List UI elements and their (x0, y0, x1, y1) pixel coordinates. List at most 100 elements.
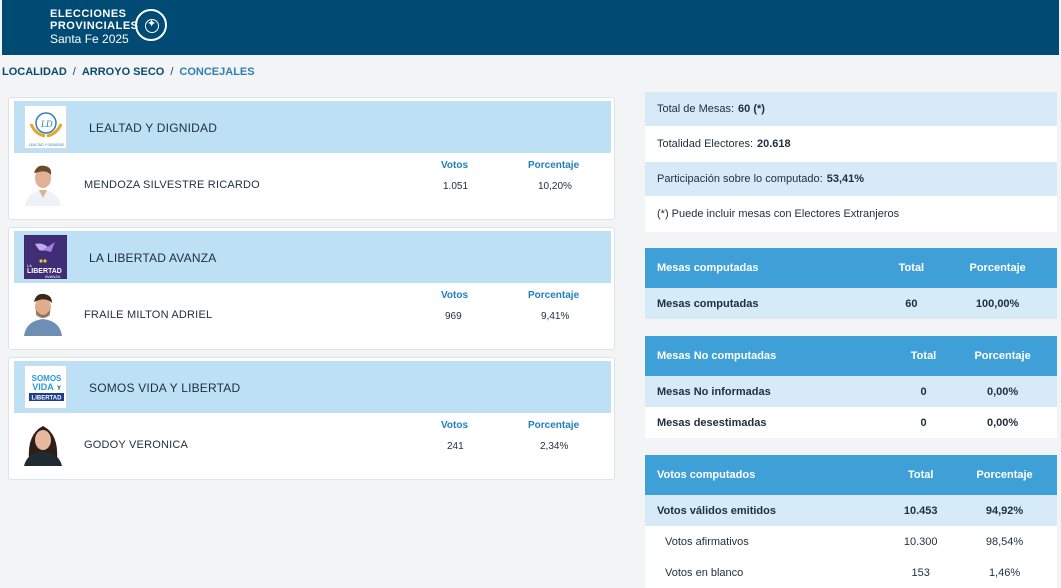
table-header-row: Mesas No computadas Total Porcentaje (645, 336, 1057, 376)
participacion-row: Participación sobre lo computado: 53,41% (645, 162, 1057, 196)
table-row: Votos válidos emitidos 10.453 94,92% (645, 495, 1057, 526)
table-row: Votos en blanco 153 1,46% (645, 557, 1057, 588)
total-header: Total (884, 248, 939, 288)
row-percent: 94,92% (985, 504, 1024, 517)
votos-computados-table: Votos computados Total Porcentaje Votos … (645, 455, 1057, 588)
province-seal-icon (135, 9, 167, 41)
percent-header: Porcentaje (938, 248, 1057, 288)
percent-value: 10,20% (538, 181, 572, 192)
total-header: Total (889, 455, 953, 495)
svg-text:LIBERTAD: LIBERTAD (32, 396, 63, 402)
note-text: (*) Puede incluir mesas con Electores Ex… (657, 208, 900, 220)
table-title: Mesas No computadas (645, 336, 899, 376)
party-results-list: LD LEALTAD Y DIGNIDAD LEALTAD Y DIGNIDAD… (8, 97, 615, 487)
row-total: 10.300 (903, 535, 938, 548)
top-header: ELECCIONES PROVINCIALES Santa Fe 2025 (2, 0, 1059, 55)
electores-row: Totalidad Electores: 20.618 (645, 126, 1057, 162)
percent-header: Porcentaje (528, 290, 580, 301)
percent-header: Porcentaje (528, 160, 580, 171)
row-total: 153 (911, 566, 930, 579)
logo-line-3: Santa Fe 2025 (50, 32, 129, 46)
row-percent: 98,54% (985, 535, 1024, 548)
row-total: 0 (920, 416, 927, 429)
party-logo-icon: LA LIBERTAD AVANZA (24, 235, 67, 279)
votes-header: Votos (441, 160, 469, 171)
votes-value: 969 (445, 311, 462, 322)
party-header: LD LEALTAD Y DIGNIDAD LEALTAD Y DIGNIDAD (14, 101, 611, 153)
table-header-row: Votos computados Total Porcentaje (645, 455, 1057, 495)
table-row: Mesas No informadas 0 0,00% (645, 376, 1057, 407)
candidate-avatar (21, 290, 65, 336)
row-percent: 0,00% (986, 385, 1019, 398)
row-label: Votos en blanco (665, 566, 744, 579)
logo-line-2: PROVINCIALES (50, 20, 139, 32)
row-total: 0 (920, 385, 927, 398)
breadcrumb-arroyo-seco[interactable]: ARROYO SECO (82, 66, 165, 78)
votes-header: Votos (441, 420, 469, 431)
libertad-avanza-logo-icon: LA LIBERTAD AVANZA (25, 236, 66, 279)
party-header: LA LIBERTAD AVANZA LA LIBERTAD AVANZA (14, 231, 611, 283)
breadcrumb-separator: / (72, 66, 76, 78)
row-percent: 1,46% (988, 566, 1021, 579)
table-row: Votos afirmativos 10.300 98,54% (645, 526, 1057, 557)
votes-value: 241 (447, 441, 464, 452)
total-header: Total (898, 336, 949, 376)
table-row: Mesas computadas 60 100,00% (645, 288, 1057, 319)
electores-value: 20.618 (757, 138, 791, 150)
elections-logo[interactable]: ELECCIONES PROVINCIALES Santa Fe 2025 (50, 8, 139, 47)
mesas-computadas-table: Mesas computadas Total Porcentaje Mesas … (645, 248, 1057, 319)
electores-label: Totalidad Electores: (657, 138, 753, 150)
candidate-name: FRAILE MILTON ADRIEL (84, 309, 213, 321)
logo-caption: LEALTAD Y DIGNIDAD (29, 143, 65, 147)
svg-text:AVANZA: AVANZA (45, 274, 61, 279)
candidate-name: GODOY VERONICA (84, 439, 189, 451)
total-mesas-value: 60 (*) (738, 103, 765, 115)
candidate-name: MENDOZA SILVESTRE RICARDO (84, 179, 260, 191)
svg-text:Y: Y (57, 386, 61, 392)
table-title: Mesas computadas (645, 248, 885, 288)
candidate-avatar (21, 420, 65, 466)
logo-line-1: ELECCIONES (50, 8, 127, 20)
row-total: 60 (905, 297, 918, 310)
svg-text:LD: LD (40, 119, 53, 129)
note-row: (*) Puede incluir mesas con Electores Ex… (645, 196, 1057, 232)
party-name: LEALTAD Y DIGNIDAD (89, 121, 218, 135)
party-card-libertad-avanza: LA LIBERTAD AVANZA LA LIBERTAD AVANZA FR… (8, 227, 615, 350)
table-title: Votos computados (645, 455, 890, 495)
row-label: Votos válidos emitidos (657, 504, 776, 517)
row-percent: 100,00% (975, 297, 1020, 310)
svg-text:VIDA: VIDA (32, 382, 54, 392)
mesas-no-computadas-table: Mesas No computadas Total Porcentaje Mes… (645, 336, 1057, 438)
votes-header: Votos (441, 290, 469, 301)
row-percent: 0,00% (986, 416, 1019, 429)
party-card-lealtad: LD LEALTAD Y DIGNIDAD LEALTAD Y DIGNIDAD… (8, 97, 615, 220)
votes-value: 1.051 (443, 181, 469, 192)
row-label: Mesas No informadas (657, 385, 771, 398)
party-logo-icon: LD LEALTAD Y DIGNIDAD (24, 105, 67, 149)
party-name: SOMOS VIDA Y LIBERTAD (89, 381, 241, 395)
lealtad-logo-icon: LD LEALTAD Y DIGNIDAD (29, 112, 65, 147)
row-label: Votos afirmativos (665, 535, 749, 548)
row-label: Mesas desestimadas (657, 416, 767, 429)
party-logo-icon: SOMOS VIDA Y LIBERTAD (24, 365, 67, 409)
party-card-somos-vida: SOMOS VIDA Y LIBERTAD SOMOS VIDA Y LIBER… (8, 357, 615, 480)
percent-header: Porcentaje (952, 455, 1057, 495)
breadcrumb: LOCALIDAD / ARROYO SECO / CONCEJALES (2, 66, 255, 78)
candidate-avatar (21, 160, 65, 206)
row-label: Mesas computadas (657, 297, 759, 310)
party-name: LA LIBERTAD AVANZA (89, 251, 217, 265)
total-mesas-row: Total de Mesas: 60 (*) (645, 92, 1057, 126)
breadcrumb-localidad[interactable]: LOCALIDAD (2, 66, 67, 78)
party-header: SOMOS VIDA Y LIBERTAD SOMOS VIDA Y LIBER… (14, 361, 611, 413)
row-total: 10.453 (903, 504, 938, 517)
summary-panel: Total de Mesas: 60 (*) Totalidad Elector… (645, 92, 1057, 588)
table-header-row: Mesas computadas Total Porcentaje (645, 248, 1057, 288)
somos-vida-logo-icon: SOMOS VIDA Y LIBERTAD (25, 366, 66, 408)
breadcrumb-concejales[interactable]: CONCEJALES (179, 66, 254, 78)
participacion-label: Participación sobre lo computado: (657, 173, 823, 185)
percent-header: Porcentaje (528, 420, 580, 431)
breadcrumb-separator: / (170, 66, 174, 78)
percent-value: 2,34% (540, 441, 569, 452)
percent-value: 9,41% (541, 311, 570, 322)
total-mesas-label: Total de Mesas: (657, 103, 735, 115)
